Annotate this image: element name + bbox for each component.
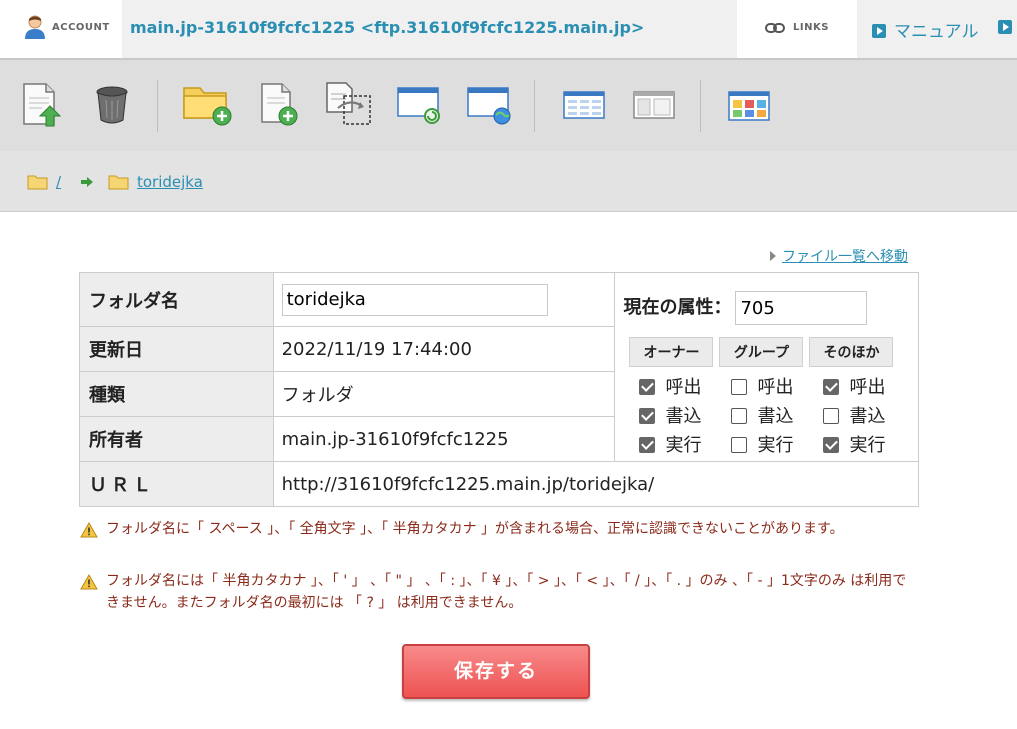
others-read-checkbox[interactable] [823, 379, 840, 395]
read-label: 呼出 [665, 377, 702, 398]
execute-label: 実行 [757, 435, 794, 456]
owner-execute-checkbox[interactable] [639, 437, 656, 453]
updated-label: 更新日 [79, 326, 274, 372]
write-label: 書込 [849, 406, 886, 427]
updated-value: 2022/11/19 17:44:00 [272, 326, 616, 372]
warning-text: フォルダ名には「 半角カタカナ 」、「 ' 」 、「 " 」 、「 : 」、「 … [106, 573, 907, 611]
back-to-file-list-link[interactable]: ファイル一覧へ移動 [770, 246, 908, 266]
new-file-icon [261, 83, 298, 126]
breadcrumb-root-link[interactable]: / [56, 173, 61, 191]
permission-row-execute: 実行 実行 実行 [639, 431, 918, 460]
type-value: フォルダ [272, 371, 616, 417]
refresh-window-button[interactable] [396, 80, 442, 128]
web-window-button[interactable] [466, 80, 512, 128]
list-view-button[interactable] [562, 80, 606, 128]
others-button[interactable]: そのほか [809, 337, 894, 367]
permission-row-read: 呼出 呼出 呼出 [639, 373, 918, 402]
triangle-right-icon [770, 251, 776, 261]
warning-text: フォルダ名に「 スペース 」、「 全角文字 」、「 半角カタカナ 」が含まれる場… [106, 521, 844, 537]
extra-link[interactable] [998, 18, 1017, 37]
owner-value: main.jp-31610f9fcfc1225 [272, 416, 616, 462]
write-label: 書込 [757, 406, 794, 427]
group-write-checkbox[interactable] [731, 408, 748, 424]
account-button[interactable]: ACCOUNT [0, 0, 122, 58]
warning-note: フォルダ名に「 スペース 」、「 全角文字 」、「 半角カタカナ 」が含まれる場… [80, 518, 920, 540]
links-button[interactable]: LINKS [737, 0, 857, 58]
folder-icon [108, 175, 129, 190]
attribute-panel: 現在の属性： オーナーグループそのほか 呼出 呼出 呼出 書込 書込 書込 実行 実行 実行 [614, 272, 919, 462]
save-button[interactable]: 保存する [402, 644, 590, 699]
detail-view-icon [633, 91, 675, 119]
new-folder-button[interactable] [182, 80, 234, 128]
read-label: 呼出 [757, 377, 794, 398]
write-label: 書込 [665, 406, 702, 427]
delete-button[interactable] [90, 80, 134, 128]
attribute-input[interactable] [735, 291, 868, 325]
upload-file-icon [23, 83, 62, 127]
others-execute-checkbox[interactable] [823, 437, 840, 453]
attribute-header: 現在の属性： [623, 291, 918, 325]
back-link-label: ファイル一覧へ移動 [782, 249, 908, 265]
group-button[interactable]: グループ [719, 337, 804, 367]
top-bar: ACCOUNT main.jp-31610f9fcfc1225 <ftp.316… [0, 0, 1017, 58]
permission-row-write: 書込 書込 書込 [639, 402, 918, 431]
thumbnail-view-icon [728, 91, 770, 121]
permission-group-buttons: オーナー グループ そのほか [629, 337, 918, 367]
detail-view-button[interactable] [632, 80, 676, 128]
attribute-label: 現在の属性： [623, 297, 732, 318]
manual-link[interactable]: マニュアル [872, 17, 979, 42]
list-view-icon [563, 91, 605, 119]
copy-button[interactable] [324, 80, 376, 128]
play-icon [998, 20, 1012, 34]
warning-icon [80, 574, 98, 590]
links-label: LINKS [793, 22, 829, 33]
trash-icon [96, 86, 128, 124]
arrow-right-icon [81, 177, 93, 187]
folder-icon [27, 175, 48, 190]
folder-info-table: フォルダ名 現在の属性： オーナーグループそのほか 呼出 呼出 呼出 書込 書込 書込 … [79, 272, 920, 507]
owner-label: 所有者 [79, 416, 274, 462]
others-write-checkbox[interactable] [823, 408, 840, 424]
table-row: フォルダ名 現在の属性： オーナーグループそのほか 呼出 呼出 呼出 書込 書込 書込 … [79, 272, 919, 462]
copy-icon [326, 82, 371, 125]
toolbar-separator [534, 80, 535, 132]
server-title: main.jp-31610f9fcfc1225 <ftp.31610f9fcfc… [130, 18, 645, 37]
play-icon [872, 24, 886, 38]
user-avatar-icon [25, 15, 45, 39]
account-label: ACCOUNT [52, 22, 110, 33]
new-file-button[interactable] [258, 80, 302, 128]
group-execute-checkbox[interactable] [731, 437, 748, 453]
breadcrumb: / toridejka [0, 151, 1017, 212]
warning-note: フォルダ名には「 半角カタカナ 」、「 ' 」 、「 " 」 、「 : 」、「 … [80, 570, 920, 614]
breadcrumb-current-link[interactable]: toridejka [137, 173, 203, 191]
type-label: 種類 [79, 371, 274, 417]
url-label: ＵＲＬ [79, 461, 274, 507]
group-read-checkbox[interactable] [731, 379, 748, 395]
new-folder-icon [183, 87, 232, 126]
refresh-window-icon [397, 87, 440, 124]
folder-name-label: フォルダ名 [79, 272, 274, 327]
table-row: ＵＲＬ http://31610f9fcfc1225.main.jp/torid… [79, 461, 920, 507]
toolbar-separator [157, 80, 158, 132]
upload-file-button[interactable] [20, 80, 64, 128]
thumbnail-view-button[interactable] [727, 80, 771, 128]
warning-icon [80, 522, 98, 538]
manual-label: マニュアル [894, 22, 979, 42]
folder-name-cell [272, 272, 616, 327]
link-chain-icon [765, 23, 785, 33]
permission-grid: 呼出 呼出 呼出 書込 書込 書込 実行 実行 実行 [639, 373, 918, 460]
owner-write-checkbox[interactable] [639, 408, 656, 424]
toolbar-separator [700, 80, 701, 132]
execute-label: 実行 [849, 435, 886, 456]
folder-name-input[interactable] [281, 283, 548, 316]
toolbar [0, 58, 1017, 153]
read-label: 呼出 [849, 377, 886, 398]
web-window-icon [467, 87, 511, 125]
url-value: http://31610f9fcfc1225.main.jp/toridejka… [272, 461, 920, 507]
execute-label: 実行 [665, 435, 702, 456]
owner-button[interactable]: オーナー [629, 337, 714, 367]
owner-read-checkbox[interactable] [639, 379, 656, 395]
